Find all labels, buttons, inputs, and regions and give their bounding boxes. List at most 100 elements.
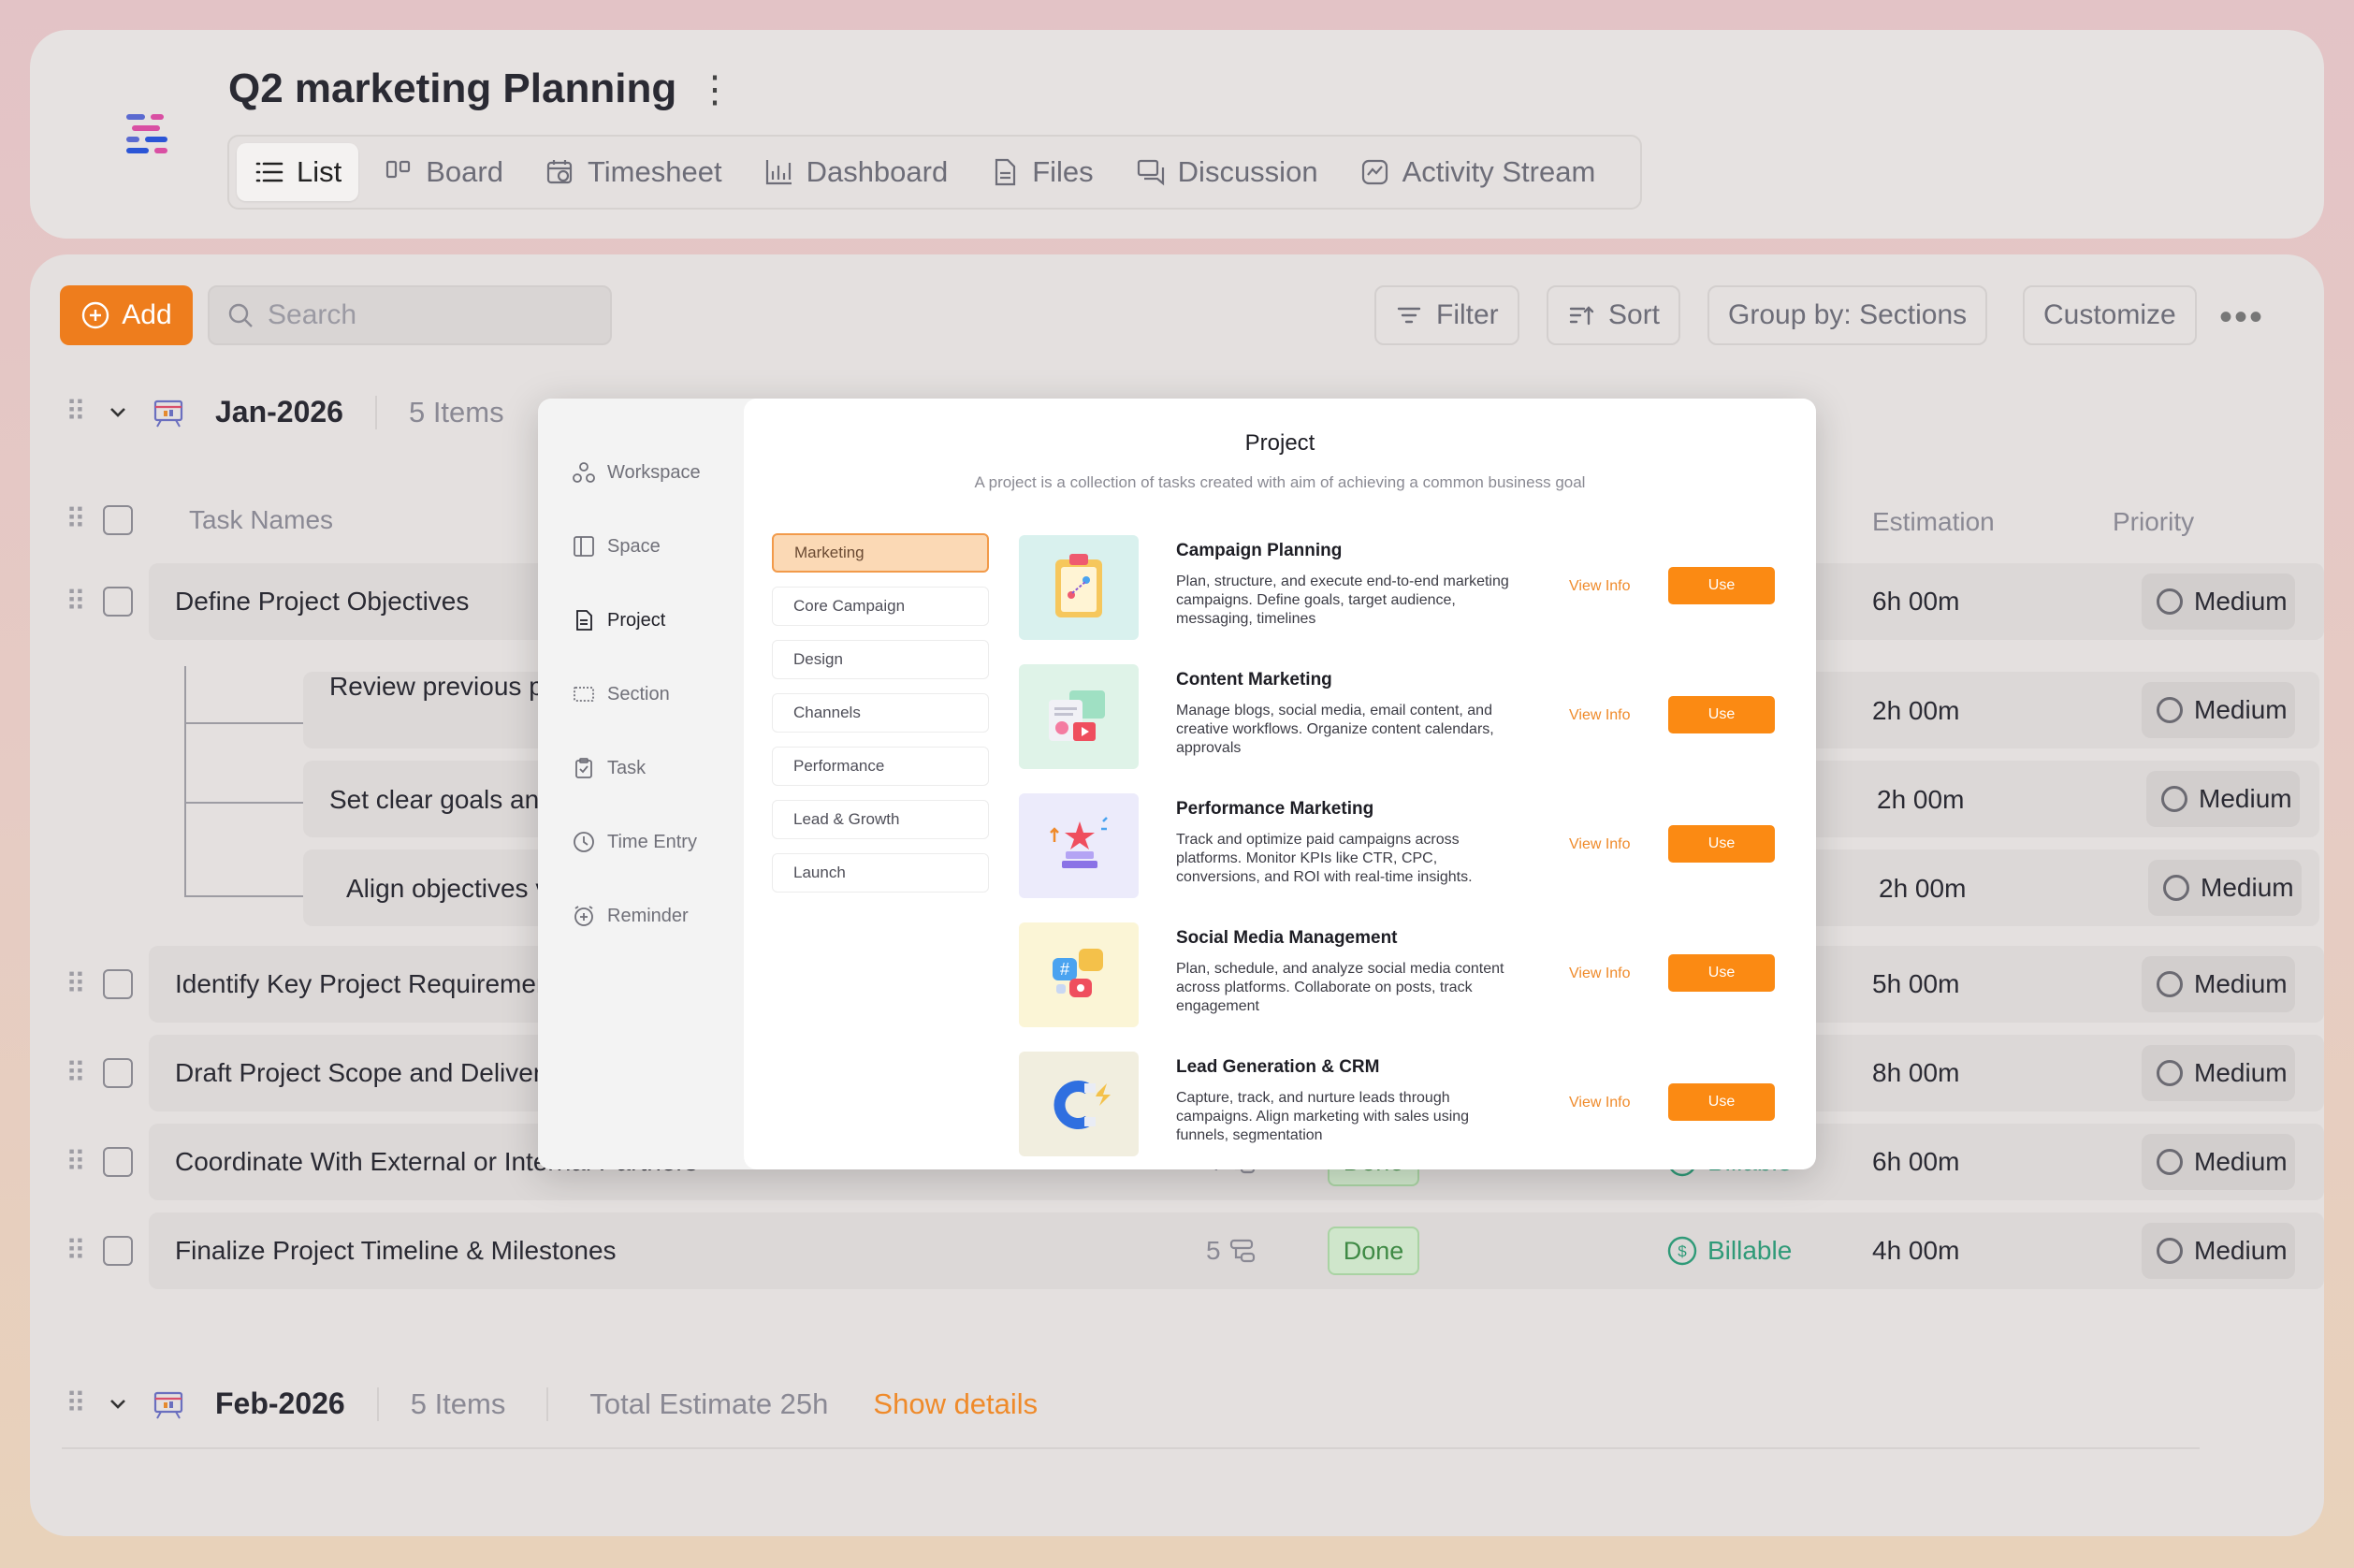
tab-files[interactable]: Files (972, 143, 1110, 201)
customize-button[interactable]: Customize (2023, 285, 2197, 345)
group-by-button[interactable]: Group by: Sections (1707, 285, 1988, 345)
billing-status[interactable]: $ Billable (1666, 1235, 1792, 1267)
tab-timesheet[interactable]: Timesheet (528, 143, 739, 201)
add-button[interactable]: Add (60, 285, 193, 345)
use-template-button[interactable]: Use (1668, 567, 1775, 604)
priority-badge[interactable]: Medium (2142, 1223, 2295, 1279)
sort-icon (1569, 306, 1594, 326)
tab-list[interactable]: List (237, 143, 359, 201)
nav-label: Project (607, 609, 666, 631)
reminder-icon (574, 906, 593, 926)
priority-label: Medium (2199, 784, 2292, 813)
nav-time-entry[interactable]: Time Entry (572, 830, 697, 854)
show-details-link[interactable]: Show details (873, 1387, 1038, 1421)
column-estimation[interactable]: Estimation (1872, 507, 1995, 537)
use-template-button[interactable]: Use (1668, 954, 1775, 992)
category-core-campaign[interactable]: Core Campaign (772, 587, 989, 626)
category-performance[interactable]: Performance (772, 747, 989, 786)
group-title: Jan-2026 (214, 395, 343, 428)
tab-activity-stream[interactable]: Activity Stream (1343, 143, 1613, 201)
view-info-link[interactable]: View Info (1569, 1095, 1631, 1111)
column-priority[interactable]: Priority (2113, 507, 2194, 537)
priority-badge[interactable]: Medium (2142, 1134, 2295, 1190)
task-name[interactable]: Identify Key Project Requirement (175, 969, 558, 999)
select-all-checkbox[interactable] (102, 504, 133, 535)
task-name[interactable]: Finalize Project Timeline & Milestones (175, 1236, 617, 1266)
template-name: Social Media Management (1176, 928, 1398, 948)
priority-badge[interactable]: Medium (2142, 682, 2295, 738)
nav-space[interactable]: Space (572, 534, 661, 559)
app-logo[interactable] (60, 30, 238, 239)
nav-reminder[interactable]: Reminder (572, 904, 689, 928)
use-template-button[interactable]: Use (1668, 825, 1775, 863)
task-name[interactable]: Review previous pr (329, 672, 552, 702)
subtask-count-value: 5 (1206, 1236, 1221, 1265)
use-template-button[interactable]: Use (1668, 1083, 1775, 1121)
template-description: Plan, schedule, and analyze social media… (1176, 961, 1504, 1014)
view-info-link[interactable]: View Info (1569, 836, 1631, 853)
column-task-names[interactable]: Task Names (189, 505, 333, 535)
activity-icon (1361, 159, 1388, 185)
priority-label: Medium (2194, 1147, 2288, 1176)
group-count: 5 Items (410, 1387, 506, 1420)
category-channels[interactable]: Channels (772, 693, 989, 733)
more-options-icon[interactable]: ⋮ (696, 69, 734, 110)
group-title: Feb-2026 (214, 1387, 345, 1420)
drag-handle-icon[interactable]: ⠿ (65, 1387, 86, 1420)
row-checkbox[interactable] (103, 1058, 133, 1088)
row-checkbox[interactable] (103, 1147, 133, 1177)
priority-ring-icon (2157, 1149, 2183, 1175)
drag-handle-icon[interactable]: ⠿ (65, 1146, 86, 1179)
task-name[interactable]: Draft Project Scope and Delivera (175, 1058, 557, 1088)
task-estimate: 2h 00m (1877, 785, 1965, 814)
view-info-link[interactable]: View Info (1569, 965, 1631, 982)
calendar-board-icon (153, 399, 183, 427)
task-name[interactable]: Set clear goals anc (329, 785, 552, 815)
more-icon[interactable]: ••• (2219, 297, 2264, 339)
drag-handle-icon[interactable]: ⠿ (65, 396, 86, 428)
nav-section[interactable]: Section (572, 682, 670, 706)
plus-circle-icon (82, 301, 109, 329)
drag-handle-icon[interactable]: ⠿ (65, 1235, 86, 1268)
project-header: Q2 marketing Planning ⋮ List Board Times… (30, 30, 2324, 239)
category-launch[interactable]: Launch (772, 853, 989, 893)
priority-badge[interactable]: Medium (2146, 771, 2300, 827)
template-name: Lead Generation & CRM (1176, 1057, 1380, 1077)
group-header-jan[interactable]: ⠿ Jan-2026 5 Items (65, 395, 504, 429)
nav-project[interactable]: Project (572, 608, 665, 632)
category-design[interactable]: Design (772, 640, 989, 679)
nav-label: Section (607, 683, 670, 704)
search-input[interactable]: Search (208, 285, 612, 345)
category-lead-growth[interactable]: Lead & Growth (772, 800, 989, 839)
priority-badge[interactable]: Medium (2142, 573, 2295, 630)
group-header-feb[interactable]: ⠿ Feb-2026 5 Items Total Estimate 25h Sh… (65, 1387, 1038, 1421)
drag-handle-icon[interactable]: ⠿ (65, 586, 86, 618)
status-badge[interactable]: Done (1328, 1227, 1419, 1275)
task-name[interactable]: Align objectives v (346, 874, 548, 904)
use-template-button[interactable]: Use (1668, 696, 1775, 733)
row-checkbox[interactable] (103, 1236, 133, 1266)
chevron-down-icon[interactable] (107, 401, 129, 424)
tab-discussion[interactable]: Discussion (1118, 143, 1335, 201)
drag-handle-icon[interactable]: ⠿ (65, 968, 86, 1001)
row-checkbox[interactable] (103, 969, 133, 999)
priority-badge[interactable]: Medium (2142, 1045, 2295, 1101)
row-checkbox[interactable] (103, 587, 133, 617)
filter-button[interactable]: Filter (1374, 285, 1519, 345)
nav-workspace[interactable]: Workspace (572, 460, 701, 485)
tab-board[interactable]: Board (366, 143, 520, 201)
subtask-count[interactable]: 5 (1206, 1236, 1257, 1266)
category-marketing[interactable]: Marketing (772, 533, 989, 573)
dashboard-icon (765, 160, 792, 185)
sort-button[interactable]: Sort (1547, 285, 1681, 345)
nav-task[interactable]: Task (572, 756, 646, 780)
priority-badge[interactable]: Medium (2148, 860, 2302, 916)
tab-dashboard[interactable]: Dashboard (747, 143, 966, 201)
priority-badge[interactable]: Medium (2142, 956, 2295, 1012)
table-row[interactable]: Finalize Project Timeline & Milestones 5… (149, 1212, 2324, 1289)
task-name[interactable]: Define Project Objectives (175, 587, 469, 617)
view-info-link[interactable]: View Info (1569, 707, 1631, 724)
view-info-link[interactable]: View Info (1569, 578, 1631, 595)
chevron-down-icon[interactable] (107, 1393, 129, 1416)
drag-handle-icon[interactable]: ⠿ (65, 1057, 86, 1090)
